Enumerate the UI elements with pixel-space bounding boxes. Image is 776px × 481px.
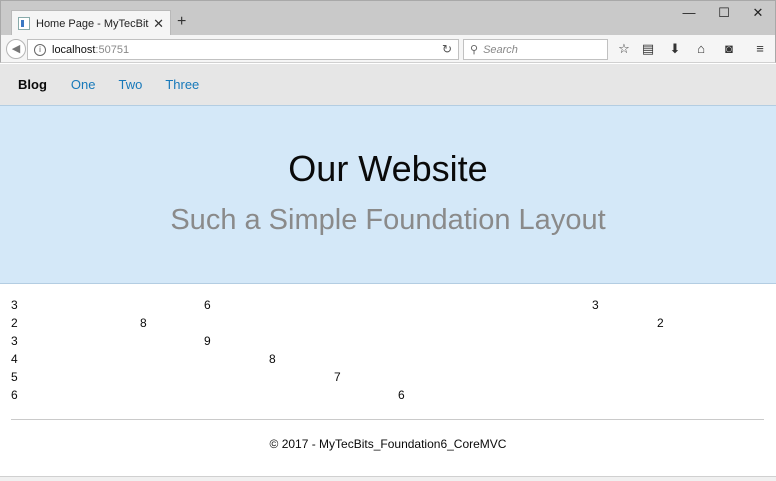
close-tab-icon[interactable]: ✕: [153, 16, 164, 32]
grid-cell: 4: [11, 352, 18, 366]
grid-cell: 3: [11, 334, 18, 348]
minimize-icon[interactable]: —: [679, 5, 699, 20]
search-icon: ⚲: [470, 44, 479, 56]
grid-row: 2 8 2: [0, 316, 776, 334]
grid-cell: 9: [204, 334, 211, 348]
search-placeholder: Search: [483, 43, 518, 56]
status-bar: [0, 476, 776, 481]
grid-cell: 8: [140, 316, 147, 330]
nav-link-one[interactable]: One: [71, 77, 96, 92]
search-input[interactable]: ⚲ Search: [463, 39, 608, 60]
url-host: localhost: [52, 43, 96, 56]
grid-cell: 6: [398, 388, 405, 402]
site-info-icon[interactable]: i: [34, 43, 46, 56]
browser-toolbar: ◀ i localhost :50751 ↻ ⚲ Search ☆ ▤ ⬇ ⌂ …: [0, 35, 776, 63]
top-navigation: Blog One Two Three: [0, 64, 776, 105]
reading-list-icon[interactable]: ▤: [639, 41, 657, 57]
grid-row: 4 8: [0, 352, 776, 370]
hero-callout: Our Website Such a Simple Foundation Lay…: [0, 105, 776, 284]
reload-icon[interactable]: ↻: [442, 42, 452, 56]
maximize-icon[interactable]: ☐: [714, 5, 734, 21]
grid-row: 3 9: [0, 334, 776, 352]
grid-cell: 6: [204, 298, 211, 312]
brand-title: Blog: [18, 77, 47, 92]
grid-cell: 3: [592, 298, 599, 312]
grid-row: 5 7: [0, 370, 776, 388]
url-port: :50751: [95, 43, 130, 56]
download-icon[interactable]: ⬇: [666, 41, 684, 57]
grid-cell: 6: [11, 388, 18, 402]
grid-cell: 7: [334, 370, 341, 384]
back-button[interactable]: ◀: [6, 39, 26, 59]
tab-title: Home Page - MyTecBits_Fo: [36, 17, 149, 30]
grid-cell: 2: [657, 316, 664, 330]
grid-cell: 8: [269, 352, 276, 366]
nav-link-three[interactable]: Three: [165, 77, 199, 92]
grid-row: 6 6: [0, 388, 776, 406]
footer-text: © 2017 - MyTecBits_Foundation6_CoreMVC: [269, 437, 507, 451]
close-window-icon[interactable]: ✕: [748, 5, 768, 21]
bookmark-star-icon[interactable]: ☆: [615, 41, 633, 57]
pocket-icon[interactable]: ◙: [720, 41, 738, 56]
hero-title: Our Website: [288, 148, 488, 189]
grid-cell: 3: [11, 298, 18, 312]
menu-icon[interactable]: ≡: [751, 41, 769, 56]
browser-titlebar: Home Page - MyTecBits_Fo ✕ + — ☐ ✕: [0, 0, 776, 36]
hero-subtitle: Such a Simple Foundation Layout: [170, 204, 606, 236]
url-bar[interactable]: i localhost :50751 ↻: [27, 39, 459, 60]
home-icon[interactable]: ⌂: [692, 41, 710, 56]
new-tab-button[interactable]: +: [177, 13, 186, 31]
page-favicon-icon: [18, 17, 30, 30]
nav-link-two[interactable]: Two: [118, 77, 142, 92]
footer-divider: [11, 419, 764, 420]
grid-cell: 5: [11, 370, 18, 384]
grid-row: 3 6 3: [0, 298, 776, 316]
browser-tab[interactable]: Home Page - MyTecBits_Fo ✕: [11, 10, 171, 36]
grid-cell: 2: [11, 316, 18, 330]
